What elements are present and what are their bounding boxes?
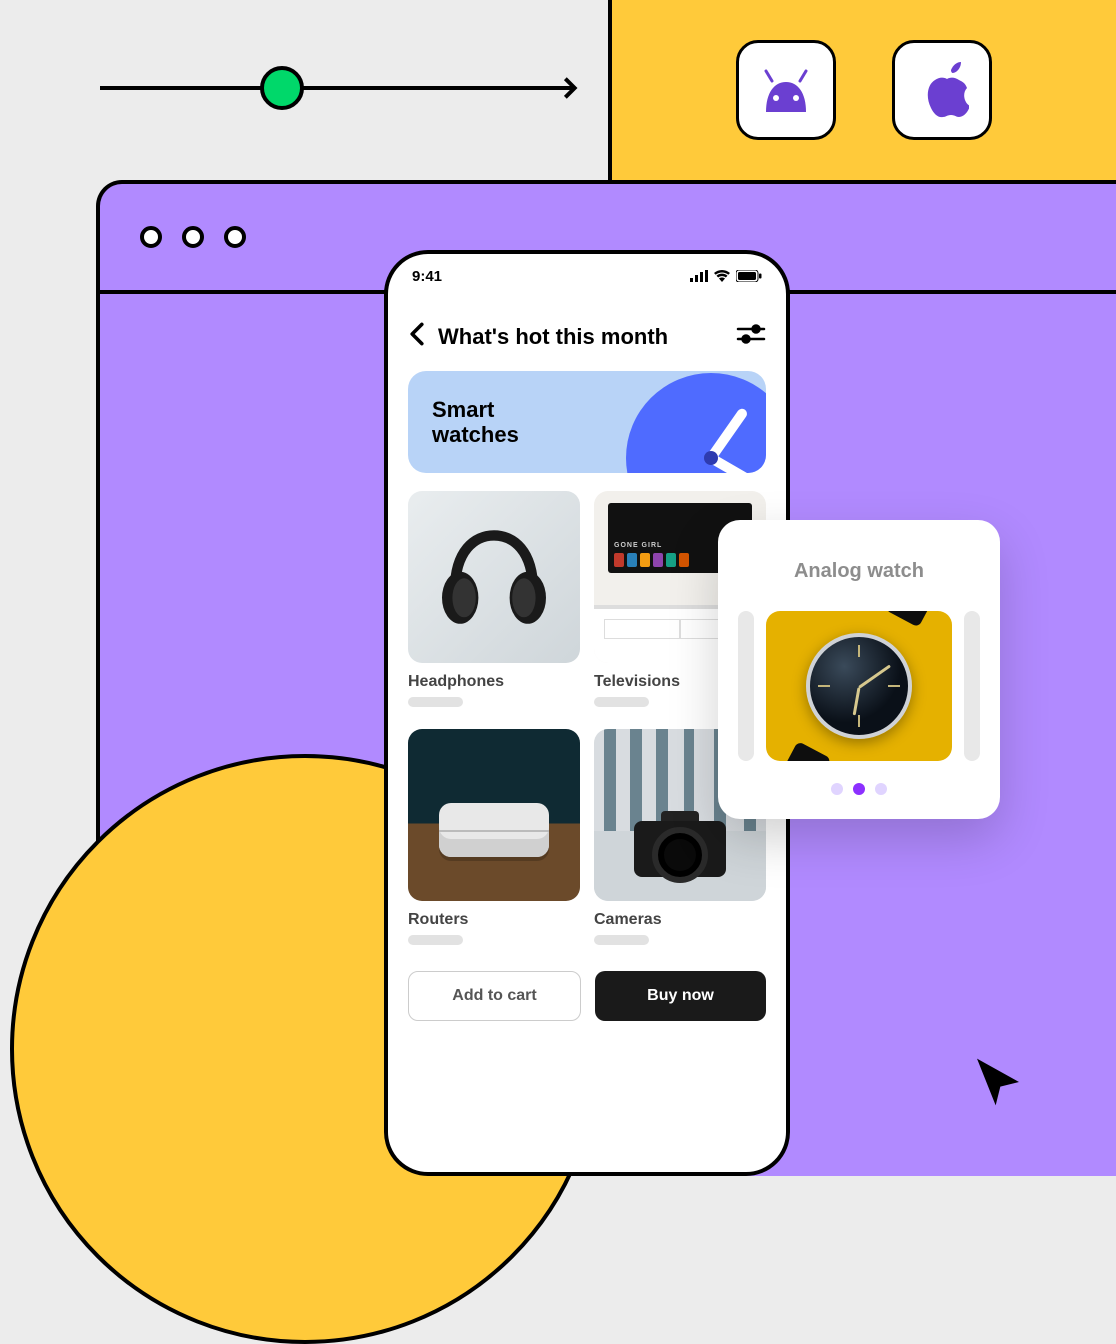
window-control-dot[interactable]: [182, 226, 204, 248]
product-carousel[interactable]: [738, 611, 980, 761]
category-label: Cameras: [594, 911, 766, 929]
carousel-next-peek[interactable]: [964, 611, 980, 761]
battery-icon: [736, 270, 762, 282]
category-label: Routers: [408, 911, 580, 929]
category-card-headphones[interactable]: Headphones: [408, 491, 580, 715]
status-time: 9:41: [412, 268, 442, 285]
buy-now-button[interactable]: Buy now: [595, 971, 766, 1021]
hero-card[interactable]: Smart watches: [408, 371, 766, 473]
product-title: Analog watch: [738, 560, 980, 583]
progress-arrow-line: [100, 86, 560, 90]
carousel-prev-peek[interactable]: [738, 611, 754, 761]
progress-dot: [260, 66, 304, 110]
router-icon: [439, 803, 549, 857]
skeleton-line: [594, 935, 649, 945]
clock-icon: [626, 373, 766, 473]
phone-header: What's hot this month: [388, 298, 786, 371]
carousel-dot-active[interactable]: [853, 783, 865, 795]
category-label: Headphones: [408, 673, 580, 691]
add-to-cart-button[interactable]: Add to cart: [408, 971, 581, 1021]
category-thumb: [408, 729, 580, 901]
product-card: Analog watch: [718, 520, 1000, 819]
category-card-routers[interactable]: Routers: [408, 729, 580, 953]
carousel-dot[interactable]: [875, 783, 887, 795]
platform-panel: [612, 0, 1116, 180]
carousel-dot[interactable]: [831, 783, 843, 795]
carousel-dots: [738, 783, 980, 795]
filter-button[interactable]: [736, 323, 766, 350]
android-tile[interactable]: [736, 40, 836, 140]
wifi-icon: [714, 270, 730, 282]
carousel-image[interactable]: [766, 611, 953, 761]
apple-tile[interactable]: [892, 40, 992, 140]
skeleton-line: [408, 697, 463, 707]
category-thumb: [408, 491, 580, 663]
watch-icon: [806, 633, 912, 739]
android-icon: [756, 65, 816, 115]
status-bar: 9:41: [388, 254, 786, 298]
cursor-icon: [970, 1054, 1026, 1115]
sliders-icon: [736, 323, 766, 345]
page-title: What's hot this month: [438, 324, 724, 350]
window-control-dot[interactable]: [224, 226, 246, 248]
skeleton-line: [594, 697, 649, 707]
apple-icon: [915, 60, 969, 120]
back-button[interactable]: [408, 322, 426, 351]
hero-title: Smart watches: [432, 397, 562, 448]
status-icons: [690, 270, 762, 282]
arrow-right-icon: [548, 72, 580, 109]
skeleton-line: [408, 935, 463, 945]
chevron-left-icon: [408, 322, 426, 346]
headphones-icon: [429, 512, 559, 642]
signal-icon: [690, 270, 708, 282]
window-control-dot[interactable]: [140, 226, 162, 248]
phone-actions: Add to cart Buy now: [388, 953, 786, 1021]
